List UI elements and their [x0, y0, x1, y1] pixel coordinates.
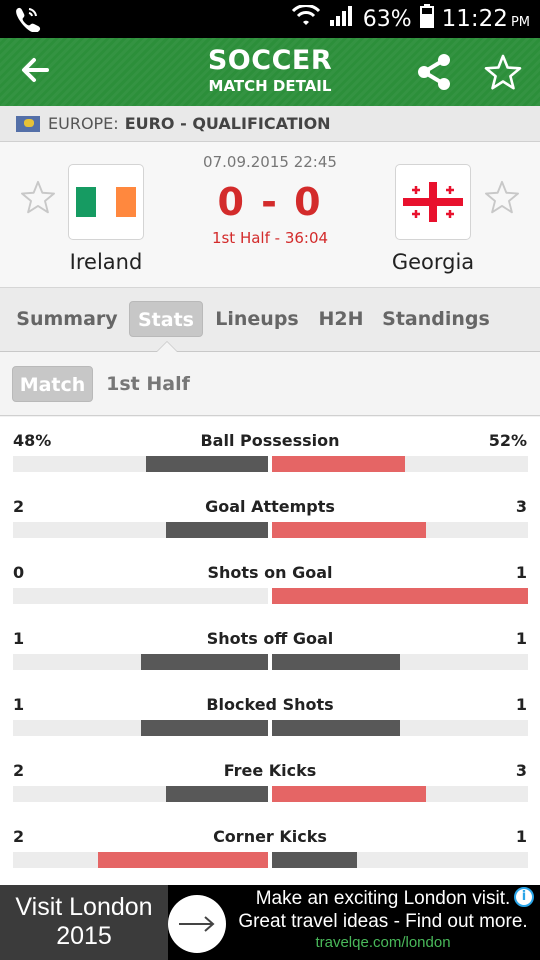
- home-team-name[interactable]: Ireland: [26, 250, 186, 274]
- page-subtitle: MATCH DETAIL: [208, 77, 332, 95]
- stat-home-track: [13, 786, 268, 802]
- stat-row: 2 Free Kicks 3: [0, 747, 540, 813]
- stat-row: 1 Blocked Shots 1: [0, 681, 540, 747]
- signal-icon: [329, 5, 355, 33]
- stat-home-bar: [98, 852, 268, 868]
- tab-stats[interactable]: Stats: [129, 301, 203, 337]
- app-bar: SOCCER MATCH DETAIL: [0, 38, 540, 106]
- away-team-flag[interactable]: [395, 164, 471, 240]
- ad-brand[interactable]: Visit London 2015: [0, 885, 168, 960]
- ad-info-icon[interactable]: i: [514, 887, 534, 907]
- stat-name: Goal Attempts: [205, 497, 335, 516]
- europe-flag-icon: [16, 115, 40, 132]
- ad-arrow-icon[interactable]: [168, 895, 226, 953]
- tab-summary[interactable]: Summary: [14, 301, 120, 337]
- ad-line1: Make an exciting London visit.: [255, 888, 511, 909]
- stat-row: 48% Ball Possession 52%: [0, 417, 540, 483]
- stat-away-value: 1: [515, 629, 527, 648]
- share-icon[interactable]: [417, 54, 451, 94]
- status-bar: 63% 11:22 PM: [0, 0, 540, 38]
- ad-line2: Great travel ideas - Find out more.: [238, 911, 528, 932]
- stat-away-track: [272, 522, 528, 538]
- away-team-name[interactable]: Georgia: [353, 250, 513, 274]
- league-region: EUROPE:: [48, 114, 119, 133]
- clock: 11:22: [441, 6, 508, 32]
- stat-name: Ball Possession: [200, 431, 340, 450]
- stat-away-value: 52%: [488, 431, 527, 450]
- stat-home-bar: [140, 654, 268, 670]
- subtab-1st-half[interactable]: 1st Half: [102, 366, 194, 402]
- stat-away-track: [272, 654, 528, 670]
- ad-url[interactable]: travelqe.com/london: [226, 933, 540, 953]
- stats-list: 48% Ball Possession 52% 2 Goal Attempts 3 0 Sho…: [0, 417, 540, 885]
- favorite-star-icon[interactable]: [484, 54, 522, 94]
- stat-name: Shots on Goal: [207, 563, 333, 582]
- ad-copy[interactable]: Make an exciting London visit. Great tra…: [226, 887, 540, 953]
- stat-away-bar: [272, 522, 426, 538]
- wifi-icon: [291, 4, 321, 33]
- stat-away-value: 1: [515, 563, 527, 582]
- ad-brand-line1: Visit London: [15, 893, 153, 921]
- stat-name: Corner Kicks: [213, 827, 327, 846]
- stat-away-value: 1: [515, 827, 527, 846]
- stat-row: 2 Corner Kicks 1: [0, 813, 540, 879]
- stat-home-bar: [140, 720, 268, 736]
- georgia-flag-icon: [403, 182, 463, 222]
- page-title: SOCCER: [207, 45, 333, 76]
- stat-away-bar: [272, 654, 400, 670]
- stat-name: Shots off Goal: [206, 629, 334, 648]
- stat-name: Blocked Shots: [206, 695, 334, 714]
- stat-home-track: [13, 456, 268, 472]
- tab-h2h[interactable]: H2H: [312, 301, 370, 337]
- stat-name: Free Kicks: [223, 761, 317, 780]
- stat-away-bar: [272, 786, 426, 802]
- stat-away-track: [272, 720, 528, 736]
- league-competition: EURO - QUALIFICATION: [124, 114, 331, 133]
- match-header: Ireland 07.09.2015 22:45 0 - 0 1st Half …: [0, 142, 540, 288]
- stat-away-track: [272, 588, 528, 604]
- league-bar[interactable]: EUROPE: EURO - QUALIFICATION: [0, 106, 540, 142]
- stat-home-track: [13, 654, 268, 670]
- stat-away-track: [272, 456, 528, 472]
- stat-home-track: [13, 588, 268, 604]
- active-tab-pointer: [156, 341, 178, 352]
- subtab-match[interactable]: Match: [12, 366, 93, 402]
- period-tabs: Match 1st Half: [0, 352, 540, 416]
- battery-icon: [419, 4, 434, 34]
- stat-home-track: [13, 522, 268, 538]
- stat-home-bar: [145, 456, 268, 472]
- tab-lineups[interactable]: Lineups: [212, 301, 302, 337]
- wifi-calling-icon: [12, 6, 42, 36]
- tab-standings[interactable]: Standings: [380, 301, 492, 337]
- stat-home-track: [13, 720, 268, 736]
- stat-away-bar: [272, 852, 358, 868]
- stat-row: 0 Shots on Goal 1: [0, 549, 540, 615]
- ad-brand-line2: 2015: [56, 922, 112, 950]
- stat-home-bar: [166, 786, 268, 802]
- stat-away-value: 3: [515, 497, 527, 516]
- stat-away-value: 1: [515, 695, 527, 714]
- stat-row: 2 Goal Attempts 3: [0, 483, 540, 549]
- detail-tabs: Summary Stats Lineups H2H Standings: [0, 288, 540, 352]
- stat-away-value: 3: [515, 761, 527, 780]
- stat-away-track: [272, 852, 528, 868]
- stat-away-bar: [272, 456, 406, 472]
- stat-home-bar: [166, 522, 268, 538]
- stat-away-track: [272, 786, 528, 802]
- away-favorite-star-icon[interactable]: [484, 180, 520, 218]
- stat-away-bar: [272, 720, 400, 736]
- clock-ampm: PM: [510, 14, 530, 30]
- battery-percent: 63%: [362, 6, 412, 32]
- stat-home-track: [13, 852, 268, 868]
- stat-away-bar: [272, 588, 528, 604]
- stat-row: 1 Shots off Goal 1: [0, 615, 540, 681]
- ad-banner[interactable]: Visit London 2015 Make an exciting Londo…: [0, 885, 540, 960]
